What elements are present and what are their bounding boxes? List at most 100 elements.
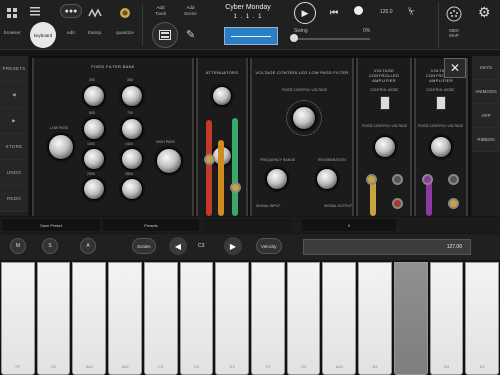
tempo-display[interactable]: 120.0 — [380, 9, 393, 15]
add-track-button[interactable]: Add Track — [155, 5, 166, 17]
band-350-knob[interactable] — [121, 85, 143, 107]
velocity-slider[interactable]: 127.00 — [303, 239, 471, 255]
band-1000-knob[interactable] — [83, 148, 105, 170]
close-module-button[interactable]: ✕ — [444, 58, 466, 78]
save-preset-button[interactable]: Save Preset — [2, 219, 100, 231]
piano-key[interactable]: D4 — [429, 262, 464, 375]
arp-tab[interactable]: ARP — [472, 104, 500, 128]
browser-button[interactable]: browser — [4, 6, 21, 35]
presets-button[interactable]: PRESETS — [0, 56, 28, 82]
transpose-button[interactable]: transp. — [88, 6, 102, 35]
high-pass-knob[interactable] — [156, 148, 182, 174]
cutoff-knob[interactable] — [292, 106, 316, 130]
redo-button[interactable]: REDO — [0, 186, 28, 212]
mute-button[interactable]: M — [10, 238, 26, 254]
vca1-output-jack[interactable] — [392, 198, 403, 209]
signal-output-label: SIGNAL OUTPUT — [324, 204, 353, 208]
piano-key[interactable]: F3 — [251, 262, 285, 375]
keyboard-toggle[interactable]: keyboard — [30, 22, 56, 48]
band-2800-knob[interactable] — [121, 178, 143, 200]
close-strip-button[interactable]: X — [302, 219, 396, 231]
band-1400-knob[interactable] — [121, 148, 143, 170]
metronome-button[interactable]: ⏧ — [408, 6, 415, 17]
animoog-tab[interactable]: ANIMOOG — [472, 80, 500, 104]
edit-button[interactable]: ●●● edit — [60, 4, 82, 35]
add-scene-button[interactable]: Add Scene — [184, 5, 197, 17]
control-mode-switch[interactable] — [436, 96, 446, 110]
rewind-icon: ⏮ — [330, 7, 339, 17]
store-button[interactable]: STORE — [0, 134, 28, 160]
scales-button[interactable]: Scales — [132, 238, 156, 254]
piano-key[interactable]: E3 — [215, 262, 249, 375]
piano-key[interactable]: A#2 — [72, 262, 107, 375]
low-pass-knob[interactable] — [48, 134, 74, 160]
velocity-button[interactable]: Velocity — [256, 238, 282, 254]
octave-down-button[interactable]: ◀ — [169, 237, 187, 255]
band-700-knob[interactable] — [121, 118, 143, 140]
dots-icon: ●●● — [60, 4, 82, 18]
piano-key[interactable]: G3 — [286, 262, 321, 375]
piano-key[interactable]: A#3 — [322, 262, 357, 375]
song-title[interactable]: Cyber Monday — [218, 4, 278, 11]
swing-slider[interactable] — [294, 38, 370, 40]
piano-key[interactable]: E4 — [465, 262, 499, 375]
right-panel: KEYS ANIMOOG ARP RIBBON — [472, 56, 500, 216]
piano-key[interactable]: C3 — [143, 262, 178, 375]
key-note-label: C3 — [158, 364, 164, 369]
quantize-button[interactable]: quantize — [116, 6, 134, 35]
record-button[interactable] — [354, 6, 363, 17]
undo-button[interactable]: UNDO — [0, 160, 28, 186]
keys-tab[interactable]: KEYS — [472, 56, 500, 80]
vca1-aux-jack[interactable] — [392, 174, 403, 185]
rewind-button[interactable]: ⏮ — [330, 7, 338, 18]
vca2-aux-jack[interactable] — [448, 174, 459, 185]
arm-button[interactable]: A — [80, 238, 96, 254]
vca2-input-jack[interactable] — [422, 174, 433, 185]
solo-button[interactable]: S — [42, 238, 58, 254]
play-button[interactable]: ▶ — [294, 2, 316, 24]
band-250-knob[interactable] — [83, 85, 105, 107]
transpose-label: transp. — [88, 30, 103, 35]
presets-dropdown[interactable]: Presets — [103, 219, 199, 231]
quantize-label: quantize — [116, 30, 134, 35]
settings-button[interactable]: ⚙ — [478, 4, 491, 21]
band-500-knob[interactable] — [83, 118, 105, 140]
pencil-icon[interactable]: ✎ — [186, 28, 195, 41]
track-view-button[interactable] — [152, 22, 178, 48]
midi-map-button[interactable] — [446, 6, 462, 27]
octave-up-button[interactable]: ▶ — [224, 237, 242, 255]
green-cable[interactable] — [232, 118, 238, 216]
control-mode-label: CONTROL MODE — [370, 88, 399, 92]
output-jack[interactable] — [230, 182, 241, 193]
control-mode-switch[interactable] — [380, 96, 390, 110]
piano-key[interactable]: G2 — [36, 262, 71, 375]
piano-key[interactable]: A#2 — [108, 262, 142, 375]
keyboard-button[interactable] — [26, 4, 44, 18]
piano-key[interactable]: D3 — [179, 262, 214, 375]
swing-label: Swing — [294, 28, 308, 34]
swing-slider-handle[interactable] — [290, 34, 298, 42]
next-preset-button[interactable]: ▶ — [0, 108, 28, 134]
frequency-range-knob[interactable] — [266, 168, 288, 190]
vca1-gain-knob[interactable] — [374, 136, 396, 158]
red-cable[interactable] — [206, 120, 212, 216]
band-2000-knob[interactable] — [83, 178, 105, 200]
browser-label: browser — [4, 30, 21, 35]
vca2-output-jack[interactable] — [448, 198, 459, 209]
record-icon — [354, 6, 363, 15]
input-jack[interactable] — [204, 154, 215, 165]
piano-key[interactable]: F2 — [1, 262, 35, 375]
prev-preset-button[interactable]: ◀ — [0, 82, 28, 108]
piano-key[interactable]: C4 — [393, 262, 428, 375]
wave-icon — [88, 6, 102, 20]
orange-cable[interactable] — [218, 140, 224, 216]
edit-label: edit — [67, 30, 75, 35]
vca2-gain-knob[interactable] — [430, 136, 452, 158]
attenuator-knob-1[interactable] — [212, 86, 232, 106]
keyboard-label: keyboard — [33, 32, 53, 38]
regeneration-knob[interactable] — [316, 168, 338, 190]
vca1-input-jack[interactable] — [366, 174, 377, 185]
piano-key[interactable]: B3 — [358, 262, 392, 375]
attenuators-title: ATTENUATORS — [205, 70, 239, 75]
ribbon-tab[interactable]: RIBBON — [472, 128, 500, 152]
